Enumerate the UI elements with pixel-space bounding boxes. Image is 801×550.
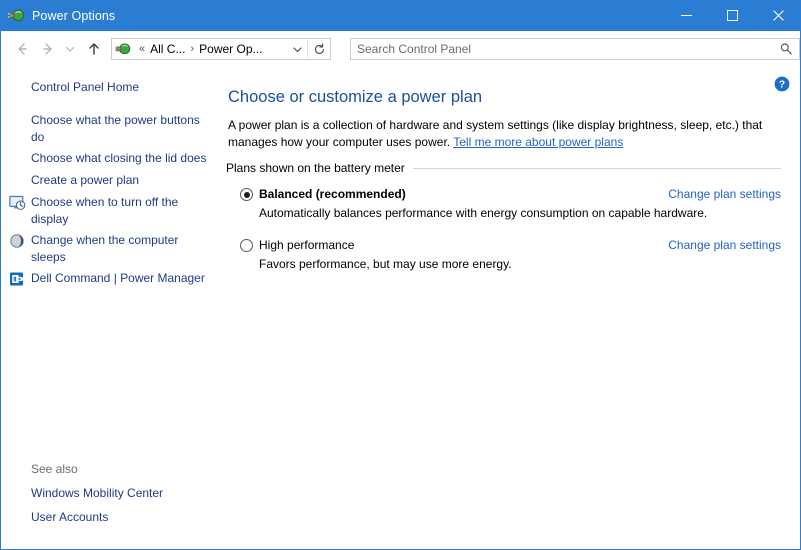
- moon-sleep-icon: [9, 233, 31, 250]
- breadcrumb-separator: ›: [186, 43, 198, 55]
- forward-button[interactable]: [35, 36, 61, 62]
- search-box[interactable]: [350, 38, 800, 60]
- sidebar-item-closing-lid[interactable]: Choose what closing the lid does: [1, 150, 222, 168]
- sidebar-home-label: Control Panel Home: [31, 80, 139, 94]
- svg-text:?: ?: [779, 79, 785, 91]
- close-button[interactable]: [755, 0, 801, 31]
- see-also-item-windows-mobility-center[interactable]: Windows Mobility Center: [31, 485, 209, 502]
- power-plug-icon: [8, 7, 25, 24]
- title-bar: Power Options: [0, 0, 801, 31]
- maximize-button[interactable]: [709, 0, 755, 31]
- address-power-plug-icon: [115, 41, 131, 57]
- sidebar-item-label: Create a power plan: [31, 172, 139, 189]
- sidebar-item-computer-sleeps[interactable]: Change when the computer sleeps: [1, 232, 222, 266]
- help-icon[interactable]: ?: [774, 76, 790, 92]
- main-panel: ? Choose or customize a power plan A pow…: [222, 67, 800, 549]
- plans-group-header: Plans shown on the battery meter: [226, 161, 781, 175]
- breadcrumb-leading-separator: «: [135, 43, 149, 55]
- window-title: Power Options: [32, 9, 663, 23]
- group-divider: [413, 168, 781, 169]
- sidebar-item-label: Dell Command | Power Manager: [31, 270, 205, 287]
- breadcrumb-item-all-control-panel[interactable]: All C...: [149, 42, 186, 56]
- up-arrow-icon: [86, 41, 102, 57]
- power-options-window: Power Options: [0, 0, 801, 550]
- refresh-button[interactable]: [307, 39, 330, 59]
- navigation-toolbar: « All C... › Power Op...: [1, 31, 800, 67]
- icon-slot-empty: [9, 173, 31, 190]
- plan-item-balanced: Balanced (recommended) Change plan setti…: [226, 187, 781, 222]
- sidebar-item-control-panel-home[interactable]: Control Panel Home: [31, 79, 139, 96]
- forward-arrow-icon: [40, 41, 56, 57]
- recent-locations-button[interactable]: [61, 36, 79, 62]
- see-also-title: See also: [31, 461, 221, 478]
- see-also-section: See also Windows Mobility Center User Ac…: [31, 461, 221, 533]
- sidebar-item-dell-command-power-manager[interactable]: Dell Command | Power Manager: [1, 270, 222, 288]
- sidebar: Control Panel Home Choose what the power…: [1, 67, 222, 549]
- sidebar-item-label: Change when the computer sleeps: [31, 232, 209, 266]
- plans-group-title: Plans shown on the battery meter: [226, 161, 405, 175]
- plan-description: Favors performance, but may use more ene…: [259, 256, 781, 273]
- sidebar-item-create-power-plan[interactable]: Create a power plan: [1, 172, 222, 190]
- icon-slot-empty: [9, 151, 31, 168]
- plan-name: High performance: [259, 238, 354, 253]
- window-controls: [663, 0, 801, 31]
- content-area: Control Panel Home Choose what the power…: [1, 67, 800, 549]
- address-bar[interactable]: « All C... › Power Op...: [111, 38, 331, 60]
- up-level-button[interactable]: [81, 36, 107, 62]
- plan-radio-high-performance[interactable]: [240, 239, 253, 252]
- search-input[interactable]: [351, 41, 773, 57]
- display-clock-icon: [9, 195, 31, 212]
- change-plan-settings-link-high-performance[interactable]: Change plan settings: [668, 238, 781, 253]
- chevron-down-icon: [65, 44, 75, 54]
- sidebar-item-label: Choose what the power buttons do: [31, 112, 209, 146]
- sidebar-item-label: Choose what closing the lid does: [31, 150, 206, 167]
- breadcrumb-item-power-options[interactable]: Power Op...: [198, 42, 263, 56]
- back-button[interactable]: [9, 36, 35, 62]
- chevron-down-icon: [292, 44, 303, 55]
- address-dropdown-button[interactable]: [287, 39, 307, 59]
- plan-item-high-performance: High performance Change plan settings Fa…: [226, 238, 781, 273]
- tell-me-more-link[interactable]: Tell me more about power plans: [453, 135, 623, 149]
- search-button[interactable]: [773, 39, 799, 59]
- see-also-item-user-accounts[interactable]: User Accounts: [31, 509, 209, 526]
- plan-name: Balanced (recommended): [259, 187, 406, 202]
- sidebar-item-power-buttons[interactable]: Choose what the power buttons do: [1, 112, 222, 146]
- page-title: Choose or customize a power plan: [228, 88, 482, 107]
- breadcrumb: « All C... › Power Op...: [135, 42, 287, 56]
- icon-slot-empty: [9, 113, 31, 130]
- refresh-icon: [313, 43, 326, 56]
- sidebar-task-list: Choose what the power buttons do Choose …: [1, 112, 222, 292]
- plan-description: Automatically balances performance with …: [259, 205, 781, 222]
- search-icon: [779, 42, 793, 56]
- minimize-button[interactable]: [663, 0, 709, 31]
- dell-power-manager-icon: [9, 271, 31, 288]
- plans-list: Balanced (recommended) Change plan setti…: [226, 187, 781, 273]
- page-description: A power plan is a collection of hardware…: [228, 117, 784, 151]
- change-plan-settings-link-balanced[interactable]: Change plan settings: [668, 187, 781, 202]
- back-arrow-icon: [14, 41, 30, 57]
- plans-group: Plans shown on the battery meter Balance…: [226, 161, 781, 289]
- plan-radio-balanced[interactable]: [240, 188, 253, 201]
- sidebar-item-turn-off-display[interactable]: Choose when to turn off the display: [1, 194, 222, 228]
- sidebar-item-label: Choose when to turn off the display: [31, 194, 209, 228]
